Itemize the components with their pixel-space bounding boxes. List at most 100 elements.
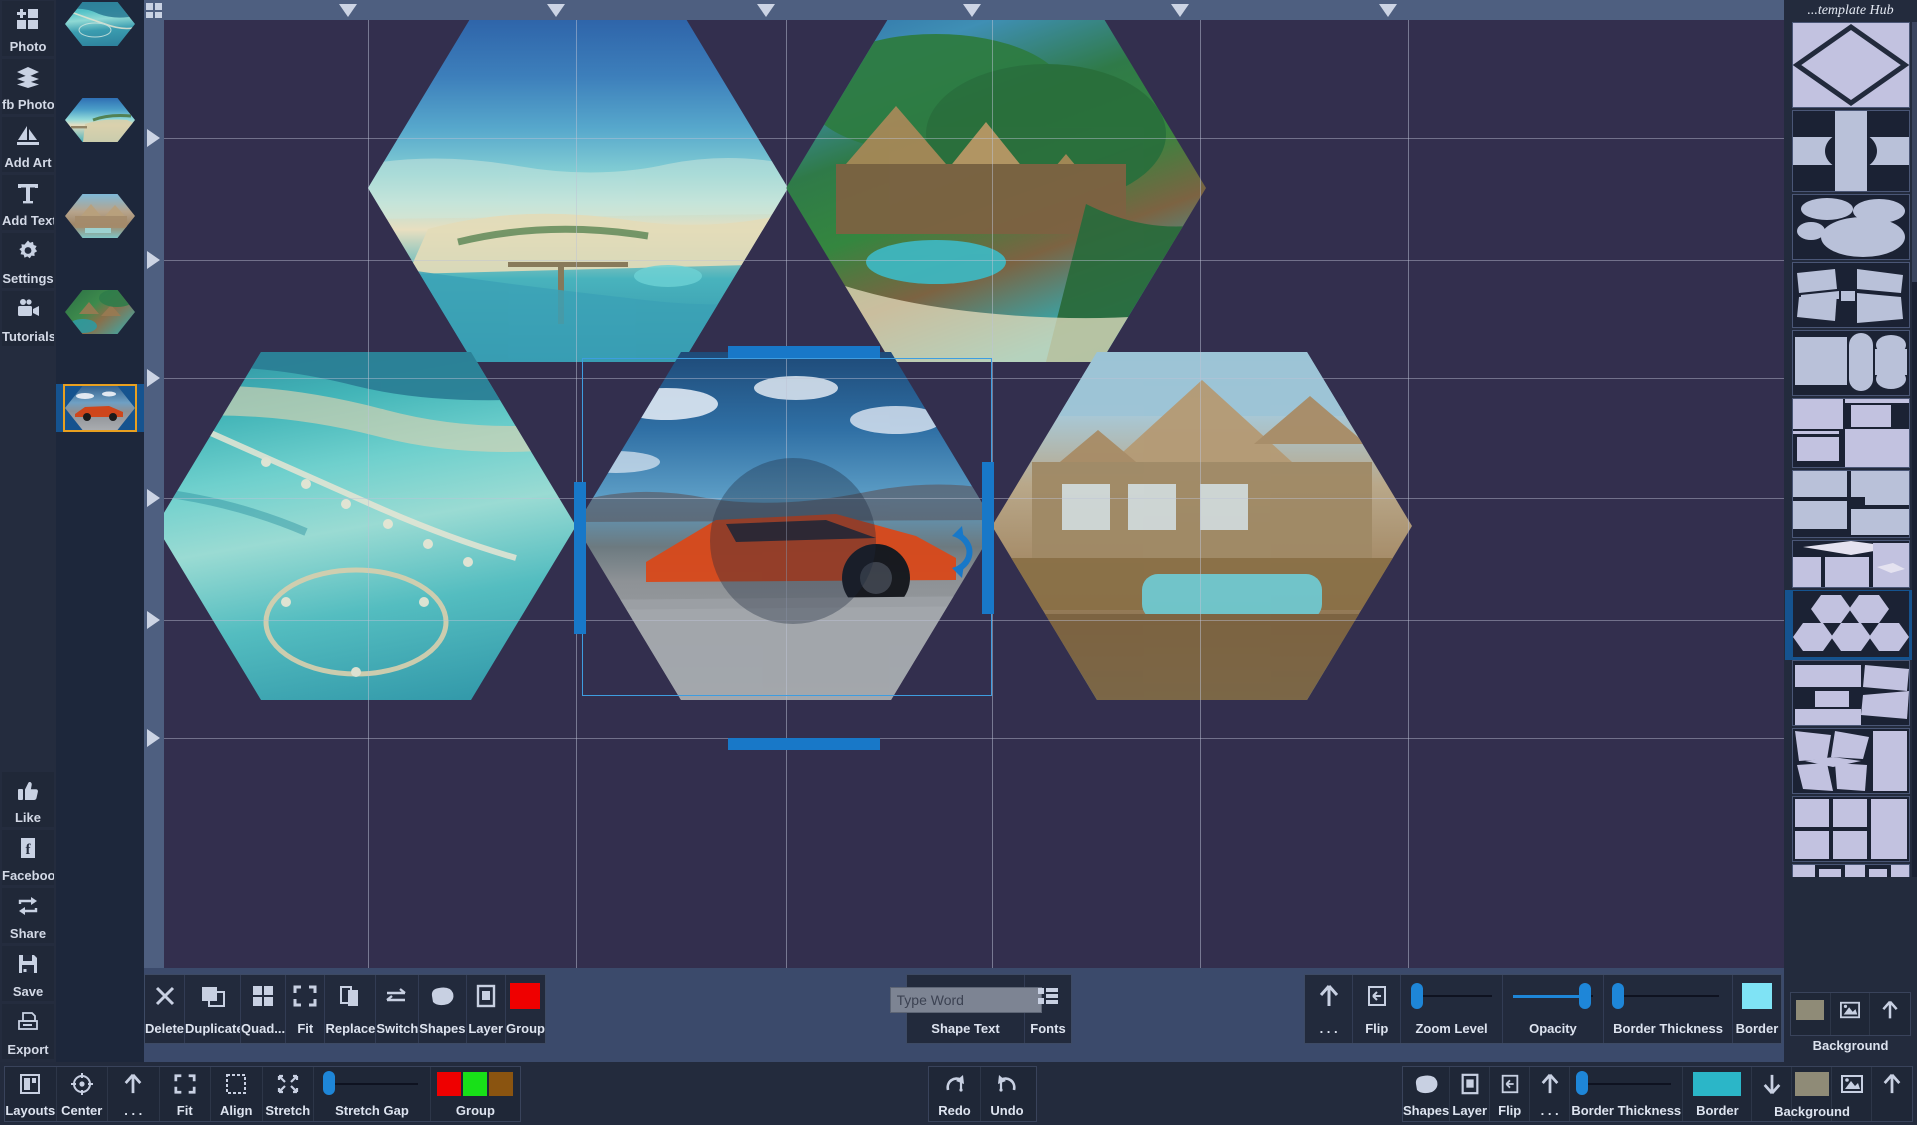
guide-line-vertical[interactable] [368,20,369,968]
zoom-level-slider[interactable] [1401,975,1501,1017]
slider-icon[interactable] [1570,1067,1682,1101]
sidebar-item-tutorials[interactable]: Tutorials [0,291,56,346]
ruler-marker-top[interactable] [1171,4,1189,17]
stretch-gap-slider[interactable] [314,1067,430,1101]
ruler-marker-top[interactable] [757,4,775,17]
selection-handle-top[interactable] [728,346,880,358]
more-button[interactable]: . . . [108,1067,160,1121]
delete-button[interactable]: Delete [145,975,186,1043]
zoom-level-control[interactable]: Zoom Level [1401,975,1503,1043]
collage-cell-top-left[interactable] [368,20,788,362]
sidebar-item-settings[interactable]: Settings [0,233,56,288]
stretch-button[interactable]: Stretch [263,1067,314,1121]
quad-button[interactable]: Quad... [241,975,287,1043]
sidebar-item-save[interactable]: Save [0,946,56,1001]
fit-button[interactable]: Fit [286,975,326,1043]
ruler-marker-left[interactable] [147,489,160,507]
ruler-marker-left[interactable] [147,369,160,387]
ruler-marker-left[interactable] [147,611,160,629]
shape-text-control[interactable]: Shape Text [889,975,1042,1043]
shapes-button[interactable]: Shapes [1403,1067,1451,1121]
border-color-button[interactable]: Border [1733,975,1781,1043]
selection-handle-bottom[interactable] [728,738,880,750]
rotation-handle-area[interactable] [710,458,876,624]
template-tpl-hexagons[interactable] [1784,590,1917,660]
selection-handle-left[interactable] [574,482,586,634]
slider-icon[interactable] [1401,975,1501,1017]
collage-cell-top-right[interactable] [786,20,1206,362]
rotate-arrow-icon[interactable] [950,520,976,582]
redo-button[interactable]: Redo [929,1067,981,1121]
sidebar-item-export[interactable]: Export [0,1004,56,1059]
template-tpl-diamond-strip[interactable] [1791,540,1910,588]
ruler-marker-left[interactable] [147,129,160,147]
replace-button[interactable]: Replace [325,975,377,1043]
thumbnail-overwater-villa[interactable] [65,194,135,238]
collage-stage[interactable] [164,20,1784,968]
guide-line-horizontal[interactable] [164,738,1784,739]
guide-line-vertical[interactable] [1408,20,1409,968]
sidebar-item-fb-photo[interactable]: fb Photo [0,59,56,114]
border-thickness-slider[interactable] [1570,1067,1682,1101]
thumbnail-atoll-aerial[interactable] [65,2,135,46]
ruler-marker-top[interactable] [963,4,981,17]
template-tpl-stepped-blocks[interactable] [1791,398,1910,468]
template-tpl-rect-capsules[interactable] [1791,330,1910,396]
template-list-scrollbar[interactable] [1912,22,1917,877]
sidebar-item-facebook[interactable]: f Facebook [0,830,56,885]
guide-line-vertical[interactable] [1200,20,1201,968]
shape-text-input[interactable] [889,987,1042,1013]
guide-line-horizontal[interactable] [164,260,1784,261]
ruler-corner-grip-icon[interactable] [146,3,162,18]
template-tpl-checker-ellipse[interactable] [1791,110,1910,192]
sidebar-item-like[interactable]: Like [0,772,56,827]
border-thickness-control[interactable]: Border Thickness [1604,975,1733,1043]
more-button[interactable]: . . . [1530,1067,1571,1121]
ruler-marker-top[interactable] [547,4,565,17]
undo-button[interactable]: Undo [981,1067,1033,1121]
template-tpl-split-grid[interactable] [1791,470,1910,538]
stretch-gap-control[interactable]: Stretch Gap [314,1067,431,1121]
template-list[interactable] [1784,22,1917,877]
sidebar-item-add-art[interactable]: Add Art [0,117,56,172]
thumbnail-beach-island[interactable] [65,98,135,142]
template-tpl-diamond[interactable] [1791,22,1910,108]
align-button[interactable]: Align [211,1067,263,1121]
opacity-slider[interactable] [1503,975,1603,1017]
layer-button[interactable]: Layer [1450,1067,1491,1121]
switch-button[interactable]: Switch [376,975,420,1043]
list-item[interactable] [56,288,144,336]
layer-button[interactable]: Layer [467,975,506,1043]
list-item[interactable] [56,192,144,240]
duplicate-button[interactable]: Duplicate [185,975,242,1043]
shapes-button[interactable]: Shapes [419,975,467,1043]
group-colors-button[interactable]: Group [431,1067,520,1121]
collage-cell-bottom-right[interactable] [992,352,1412,700]
sidebar-item-photo[interactable]: Photo [0,1,56,56]
list-item[interactable] [56,384,144,432]
guide-line-horizontal[interactable] [164,138,1784,139]
ruler-marker-top[interactable] [339,4,357,17]
flip-button[interactable]: Flip [1490,1067,1531,1121]
template-tpl-grid-six[interactable] [1791,796,1910,862]
border-thickness-slider[interactable] [1604,975,1732,1017]
ruler-marker-left[interactable] [147,729,160,747]
ruler-marker-top[interactable] [1379,4,1397,17]
canvas-area[interactable] [144,0,1784,968]
template-tpl-bars-tilted[interactable] [1791,660,1910,726]
sidebar-item-share[interactable]: Share [0,888,56,943]
template-tpl-pinwheel[interactable] [1791,262,1910,328]
thumbnail-jungle-resort[interactable] [65,290,135,334]
fit-button[interactable]: Fit [160,1067,211,1121]
border-thickness-control[interactable]: Border Thickness [1570,1067,1684,1121]
list-item[interactable] [56,96,144,144]
slider-icon[interactable] [314,1067,430,1101]
sidebar-item-add-text[interactable]: Add Text [0,175,56,230]
background-image-button[interactable] [1831,993,1871,1035]
slider-icon[interactable] [1503,975,1603,1017]
ruler-marker-left[interactable] [147,251,160,269]
more-button[interactable]: . . . [1305,975,1354,1043]
background-upload-button[interactable] [1870,993,1910,1035]
template-tpl-columns[interactable] [1791,864,1910,877]
fonts-button[interactable]: Fonts [1025,975,1071,1043]
